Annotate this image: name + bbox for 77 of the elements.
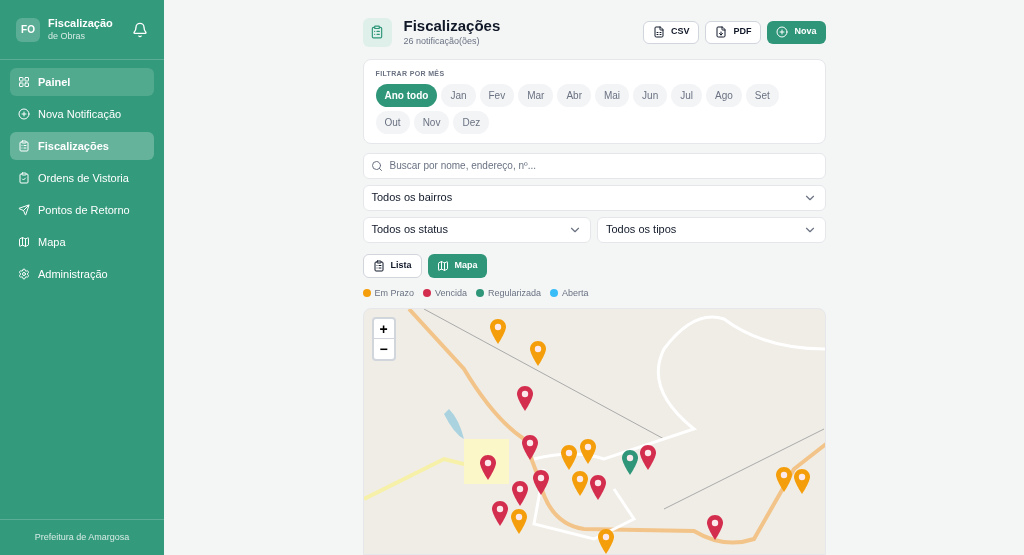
map-marker-icon[interactable] bbox=[589, 475, 606, 500]
month-chip[interactable]: Jun bbox=[633, 83, 668, 107]
map-marker-icon[interactable] bbox=[793, 469, 810, 494]
type-select[interactable]: Todos os tipos bbox=[597, 216, 826, 243]
csv-button[interactable]: CSV bbox=[642, 20, 700, 44]
zoom-out-button[interactable]: − bbox=[373, 339, 394, 359]
sidebar-item[interactable]: Administração bbox=[10, 260, 154, 288]
map-marker-icon[interactable] bbox=[597, 529, 614, 554]
file-icon bbox=[652, 26, 665, 38]
clipboard-icon bbox=[372, 259, 385, 272]
month-chip[interactable]: Jul bbox=[671, 83, 702, 107]
map-marker-icon[interactable] bbox=[521, 435, 538, 460]
map-view[interactable]: + − bbox=[362, 308, 826, 555]
month-chip[interactable]: Mar bbox=[518, 83, 554, 107]
page-subtitle: 26 notificação(ões) bbox=[403, 35, 481, 47]
month-chip[interactable]: Ago bbox=[706, 83, 742, 107]
lake-shape bbox=[443, 409, 464, 439]
map-icon bbox=[18, 236, 30, 248]
map-marker-icon[interactable] bbox=[706, 515, 723, 540]
month-chip[interactable]: Fev bbox=[479, 83, 515, 107]
page-title: Fiscalizações bbox=[403, 17, 502, 36]
legend-label: Aberta bbox=[562, 286, 589, 300]
month-chip[interactable]: Out bbox=[375, 110, 410, 134]
primary-button[interactable]: Nova bbox=[767, 20, 826, 44]
sidebar-item[interactable]: Ordens de Vistoria bbox=[10, 164, 154, 192]
map-marker-icon[interactable] bbox=[489, 319, 506, 344]
view-toggle-button[interactable]: Mapa bbox=[427, 253, 487, 278]
footer-text: Prefeitura de Amargosa bbox=[34, 530, 130, 544]
month-chip[interactable]: Mai bbox=[594, 83, 630, 107]
map-marker-icon[interactable] bbox=[639, 445, 656, 470]
settings-icon bbox=[18, 268, 30, 280]
search-icon bbox=[370, 159, 383, 172]
app-title: Fiscalização bbox=[48, 17, 114, 31]
file-icon bbox=[715, 26, 728, 38]
map-marker-icon[interactable] bbox=[571, 471, 588, 496]
zoom-in-button[interactable]: + bbox=[373, 319, 394, 339]
logo-badge: FO bbox=[16, 17, 40, 42]
map-icon bbox=[436, 259, 449, 272]
map-marker-icon[interactable] bbox=[529, 341, 546, 366]
map-marker-icon[interactable] bbox=[511, 481, 528, 506]
map-marker-icon[interactable] bbox=[532, 470, 549, 495]
paper-plane-icon bbox=[18, 204, 30, 216]
search-field[interactable]: Buscar por nome, endereço, nº... bbox=[362, 152, 826, 179]
pdf-button[interactable]: PDF bbox=[705, 20, 762, 44]
month-chip[interactable]: Ano todo bbox=[375, 83, 438, 107]
legend-label: Regularizada bbox=[488, 286, 542, 300]
clipboard-check-icon bbox=[18, 172, 30, 184]
plus-circle-icon bbox=[776, 26, 789, 38]
map-marker-icon[interactable] bbox=[579, 439, 596, 464]
sidebar-item[interactable]: Mapa bbox=[10, 228, 154, 256]
sidebar-item[interactable]: Fiscalizações bbox=[10, 132, 154, 160]
legend-label: Em Prazo bbox=[374, 286, 414, 300]
map-marker-icon[interactable] bbox=[621, 450, 638, 475]
map-marker-icon[interactable] bbox=[491, 501, 508, 526]
month-chip[interactable]: Abr bbox=[557, 83, 591, 107]
sidebar-item[interactable]: Nova Notificação bbox=[10, 100, 154, 128]
map-marker-icon[interactable] bbox=[516, 386, 533, 411]
month-chip[interactable]: Set bbox=[745, 83, 779, 107]
map-marker-icon[interactable] bbox=[510, 509, 527, 534]
month-chip[interactable]: Nov bbox=[413, 110, 450, 134]
month-chip[interactable]: Jan bbox=[441, 83, 476, 107]
month-chip[interactable]: Dez bbox=[453, 110, 490, 134]
grid-icon bbox=[18, 76, 30, 88]
bell-icon[interactable] bbox=[132, 21, 148, 38]
map-marker-icon[interactable] bbox=[775, 467, 792, 492]
sidebar-item[interactable]: Pontos de Retorno bbox=[10, 196, 154, 224]
view-toggle-button[interactable]: Lista bbox=[362, 253, 422, 278]
clipboard-icon bbox=[370, 25, 384, 39]
plus-circle-icon bbox=[18, 108, 30, 120]
status-select[interactable]: Todos os status bbox=[362, 216, 591, 243]
app-subtitle: de Obras bbox=[48, 30, 87, 42]
map-marker-icon[interactable] bbox=[560, 445, 577, 470]
clipboard-icon bbox=[18, 140, 30, 152]
neighborhood-select[interactable]: Todos os bairros bbox=[362, 184, 826, 211]
sidebar-item[interactable]: Painel bbox=[10, 68, 154, 96]
map-marker-icon[interactable] bbox=[479, 455, 496, 480]
legend-label: Vencida bbox=[435, 286, 468, 300]
